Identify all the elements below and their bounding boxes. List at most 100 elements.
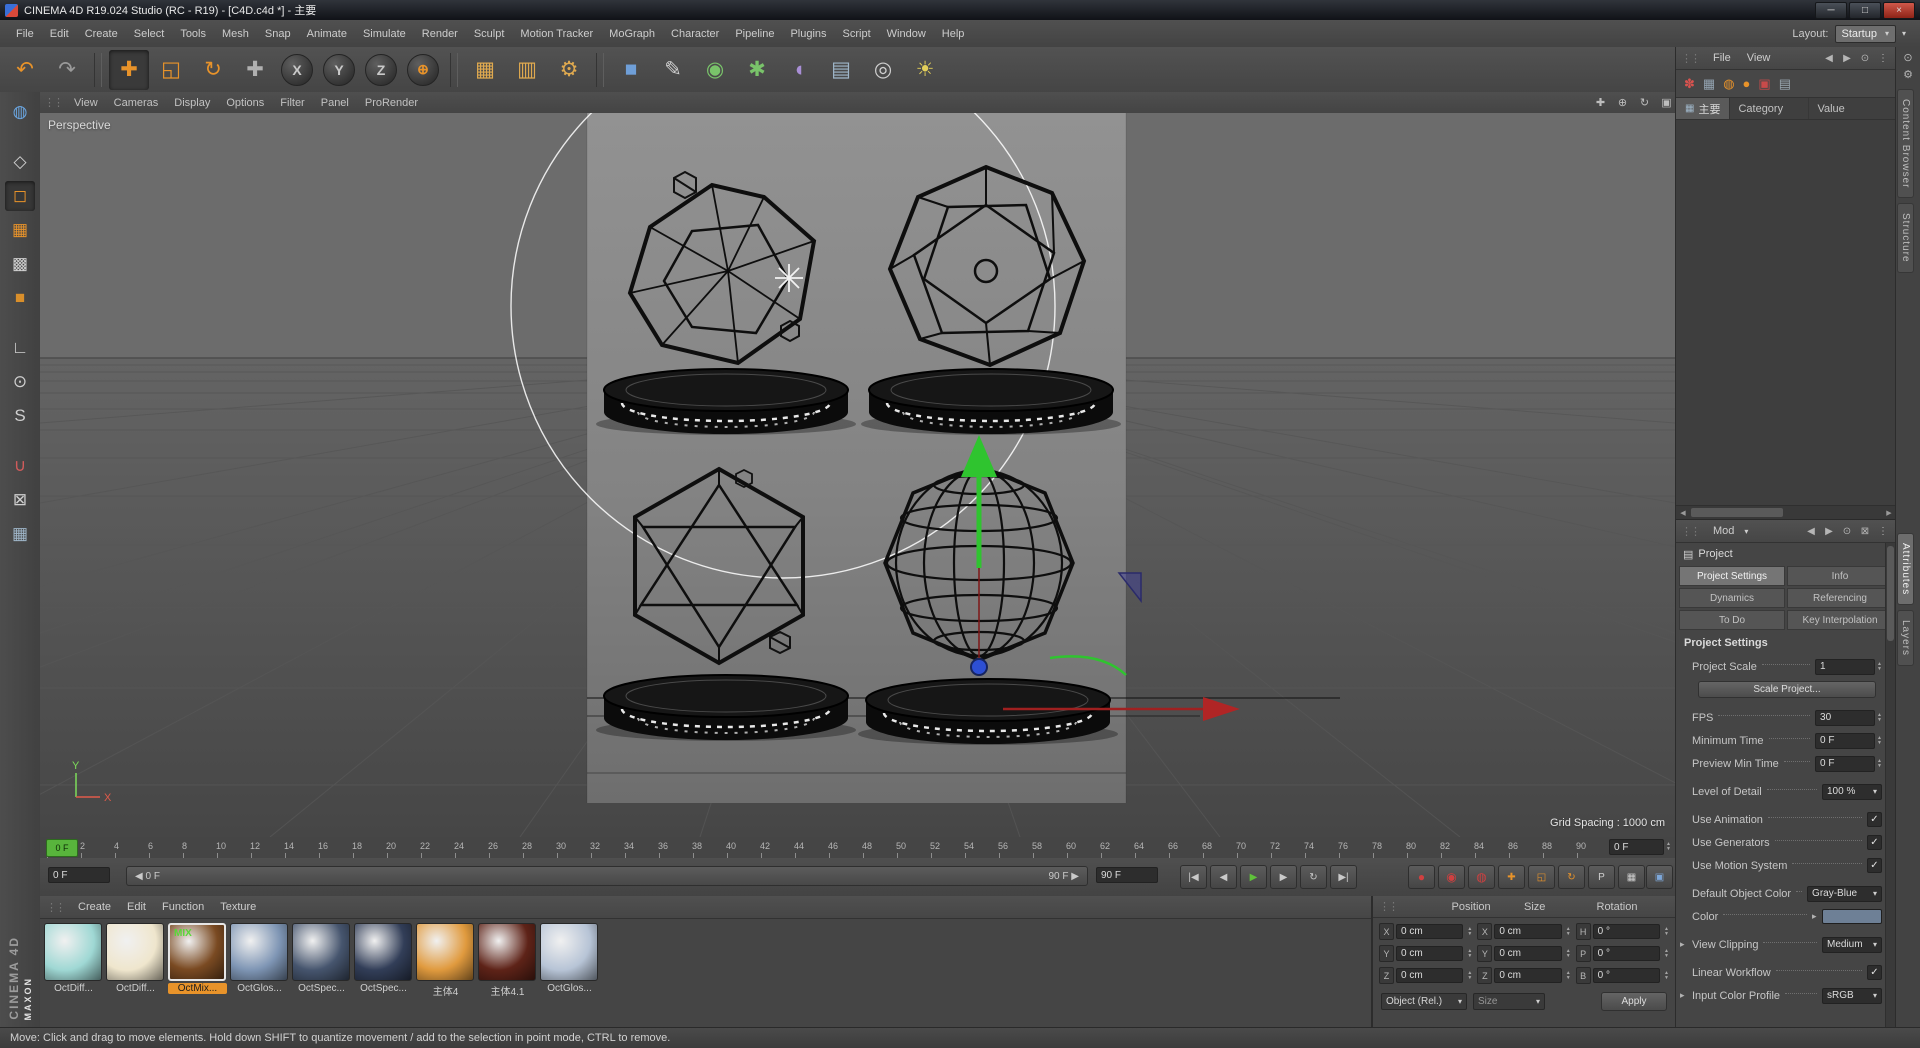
close-button[interactable]: × xyxy=(1883,1,1915,19)
expand-arrow-icon[interactable]: ▸ xyxy=(1680,990,1690,1001)
expand-arrow-icon[interactable]: ▸ xyxy=(1680,939,1690,950)
loop-button[interactable]: ↻ xyxy=(1300,865,1327,889)
texture-axis-mode-icon[interactable]: ▦ xyxy=(5,215,35,245)
timeline-ruler[interactable]: 0246810121416182022242628303234363840424… xyxy=(40,837,1675,859)
record-rotation-toggle[interactable]: ↻ xyxy=(1558,865,1585,889)
rotate-view-icon[interactable]: ↻ xyxy=(1636,95,1653,110)
attribute-tab[interactable]: Dynamics xyxy=(1679,588,1785,608)
fps-field[interactable]: 30 xyxy=(1815,709,1876,726)
pedestal-disc[interactable] xyxy=(594,367,858,437)
panel-grip[interactable] xyxy=(1379,900,1452,913)
attribute-tab[interactable]: Key Interpolation xyxy=(1787,610,1893,630)
use-generators-checkbox[interactable] xyxy=(1867,835,1882,850)
stepper[interactable]: ▲ ▼ xyxy=(1666,842,1671,852)
material-menu-item[interactable]: Texture xyxy=(212,901,264,913)
viewport-scene[interactable] xyxy=(40,113,1675,837)
object-list[interactable] xyxy=(1676,120,1896,505)
menu-item[interactable]: Render xyxy=(414,28,466,40)
level-of-detail-select[interactable]: 100 % ▾ xyxy=(1822,783,1882,800)
lock-icon[interactable]: ⊠ xyxy=(1857,524,1873,539)
dock-tab[interactable]: Structure xyxy=(1897,203,1914,274)
planar-workplane-icon[interactable]: ▦ xyxy=(5,519,35,549)
lock-y-axis-icon[interactable]: Y xyxy=(319,50,359,90)
record-parameter-toggle[interactable]: P xyxy=(1588,865,1615,889)
stepper[interactable]: ▲ ▼ xyxy=(1877,758,1882,769)
layout-grey-icon[interactable]: ▤ xyxy=(1779,76,1791,92)
material-menu-item[interactable]: Function xyxy=(154,901,212,913)
lock-z-axis-icon[interactable]: Z xyxy=(361,50,401,90)
powerslider-layout-button[interactable]: ▣ xyxy=(1646,865,1673,889)
size-field[interactable]: 0 cm xyxy=(1494,946,1562,961)
object-mode-icon[interactable]: ■ xyxy=(5,283,35,313)
layout-red-icon[interactable]: ▣ xyxy=(1758,76,1770,92)
view-clipping-select[interactable]: Medium ▾ xyxy=(1822,936,1882,953)
value-column-header[interactable]: Value xyxy=(1809,98,1896,119)
viewport-menu-item[interactable]: Display xyxy=(166,97,218,109)
goto-end-button[interactable]: ▶| xyxy=(1330,865,1357,889)
deformer-icon[interactable]: ◖ xyxy=(779,50,819,90)
material-thumbnail[interactable] xyxy=(540,923,598,981)
material-menu-item[interactable]: Edit xyxy=(119,901,154,913)
menu-item[interactable]: File xyxy=(8,28,42,40)
position-field[interactable]: 0 cm xyxy=(1396,924,1464,939)
material-item[interactable]: MIX OctMix... xyxy=(168,923,227,998)
gear-icon[interactable]: ⚙ xyxy=(1903,68,1913,81)
scale-project-button[interactable]: Scale Project... xyxy=(1698,681,1876,698)
goto-start-button[interactable]: |◀ xyxy=(1180,865,1207,889)
workplane-icon[interactable]: ∟ xyxy=(5,333,35,363)
spline-pen-icon[interactable]: ✎ xyxy=(653,50,693,90)
object-manager-menu[interactable]: View xyxy=(1739,52,1779,64)
object-manager-menu[interactable]: File xyxy=(1705,52,1739,64)
target-icon[interactable]: ● xyxy=(1743,76,1751,91)
pedestal-disc[interactable] xyxy=(594,673,858,743)
attribute-tab[interactable]: To Do xyxy=(1679,610,1785,630)
camera-icon[interactable]: ◎ xyxy=(863,50,903,90)
attribute-tab[interactable]: Info xyxy=(1787,566,1893,586)
menu-item[interactable]: Window xyxy=(879,28,934,40)
current-frame-field[interactable]: 0 F xyxy=(48,867,110,883)
material-menu-item[interactable]: Create xyxy=(70,901,119,913)
material-item[interactable]: OctGlos... xyxy=(230,923,289,998)
menu-item[interactable]: Sculpt xyxy=(466,28,513,40)
scroll-left-icon[interactable]: ◀ xyxy=(1677,509,1689,517)
menu-item[interactable]: Simulate xyxy=(355,28,414,40)
timeline-playhead[interactable]: 0 F xyxy=(46,839,78,857)
size-field[interactable]: 0 cm xyxy=(1494,968,1562,983)
previous-frame-button[interactable]: ◀ xyxy=(1210,865,1237,889)
stepper[interactable]: ▲ ▼ xyxy=(1877,735,1882,746)
lock-x-axis-icon[interactable]: X xyxy=(277,50,317,90)
default-object-color-select[interactable]: Gray-Blue ▾ xyxy=(1807,885,1882,902)
pedestal-disc[interactable] xyxy=(856,677,1120,747)
viewport-menu-item[interactable]: ProRender xyxy=(357,97,426,109)
stepper[interactable]: ▲ ▼ xyxy=(1467,948,1472,959)
layout-select[interactable]: Startup ▾ xyxy=(1834,24,1896,43)
stepper[interactable]: ▲ ▼ xyxy=(1664,970,1669,981)
menu-item[interactable]: Plugins xyxy=(782,28,834,40)
stepper[interactable]: ▲ ▼ xyxy=(1664,948,1669,959)
menu-item[interactable]: Select xyxy=(126,28,173,40)
viewport-menu-item[interactable]: Panel xyxy=(313,97,357,109)
snap-icon[interactable]: S xyxy=(5,401,35,431)
panel-grip[interactable] xyxy=(46,901,68,914)
viewport-menu-item[interactable]: Options xyxy=(218,97,272,109)
maximize-button[interactable]: □ xyxy=(1849,1,1881,19)
menu-item[interactable]: Mesh xyxy=(214,28,257,40)
mouse-mode-icon[interactable]: ⊙ xyxy=(5,367,35,397)
history-forward-icon[interactable]: ▶ xyxy=(1821,524,1837,539)
object-manager-tab[interactable]: ▦ 主要 xyxy=(1676,98,1731,119)
z-axis-handle[interactable] xyxy=(970,658,988,676)
menu-item[interactable]: Help xyxy=(934,28,973,40)
redo-icon[interactable]: ↷ xyxy=(47,50,87,90)
autokey-button[interactable]: ◉ xyxy=(1438,865,1465,889)
material-thumbnail[interactable] xyxy=(230,923,288,981)
material-item[interactable]: 主体4.1 xyxy=(478,923,537,998)
primitive-cube-icon[interactable]: ■ xyxy=(611,50,651,90)
make-editable-icon[interactable]: ◇ xyxy=(5,147,35,177)
minimize-button[interactable]: ─ xyxy=(1815,1,1847,19)
material-item[interactable]: OctDiff... xyxy=(106,923,165,998)
menu-item[interactable]: MoGraph xyxy=(601,28,663,40)
search-icon[interactable]: ⊙ xyxy=(1903,51,1912,64)
record-position-toggle[interactable]: ✚ xyxy=(1498,865,1525,889)
panel-menu-icon[interactable]: ⋮ xyxy=(1875,524,1891,539)
minimum-time-field[interactable]: 0 F xyxy=(1815,732,1876,749)
